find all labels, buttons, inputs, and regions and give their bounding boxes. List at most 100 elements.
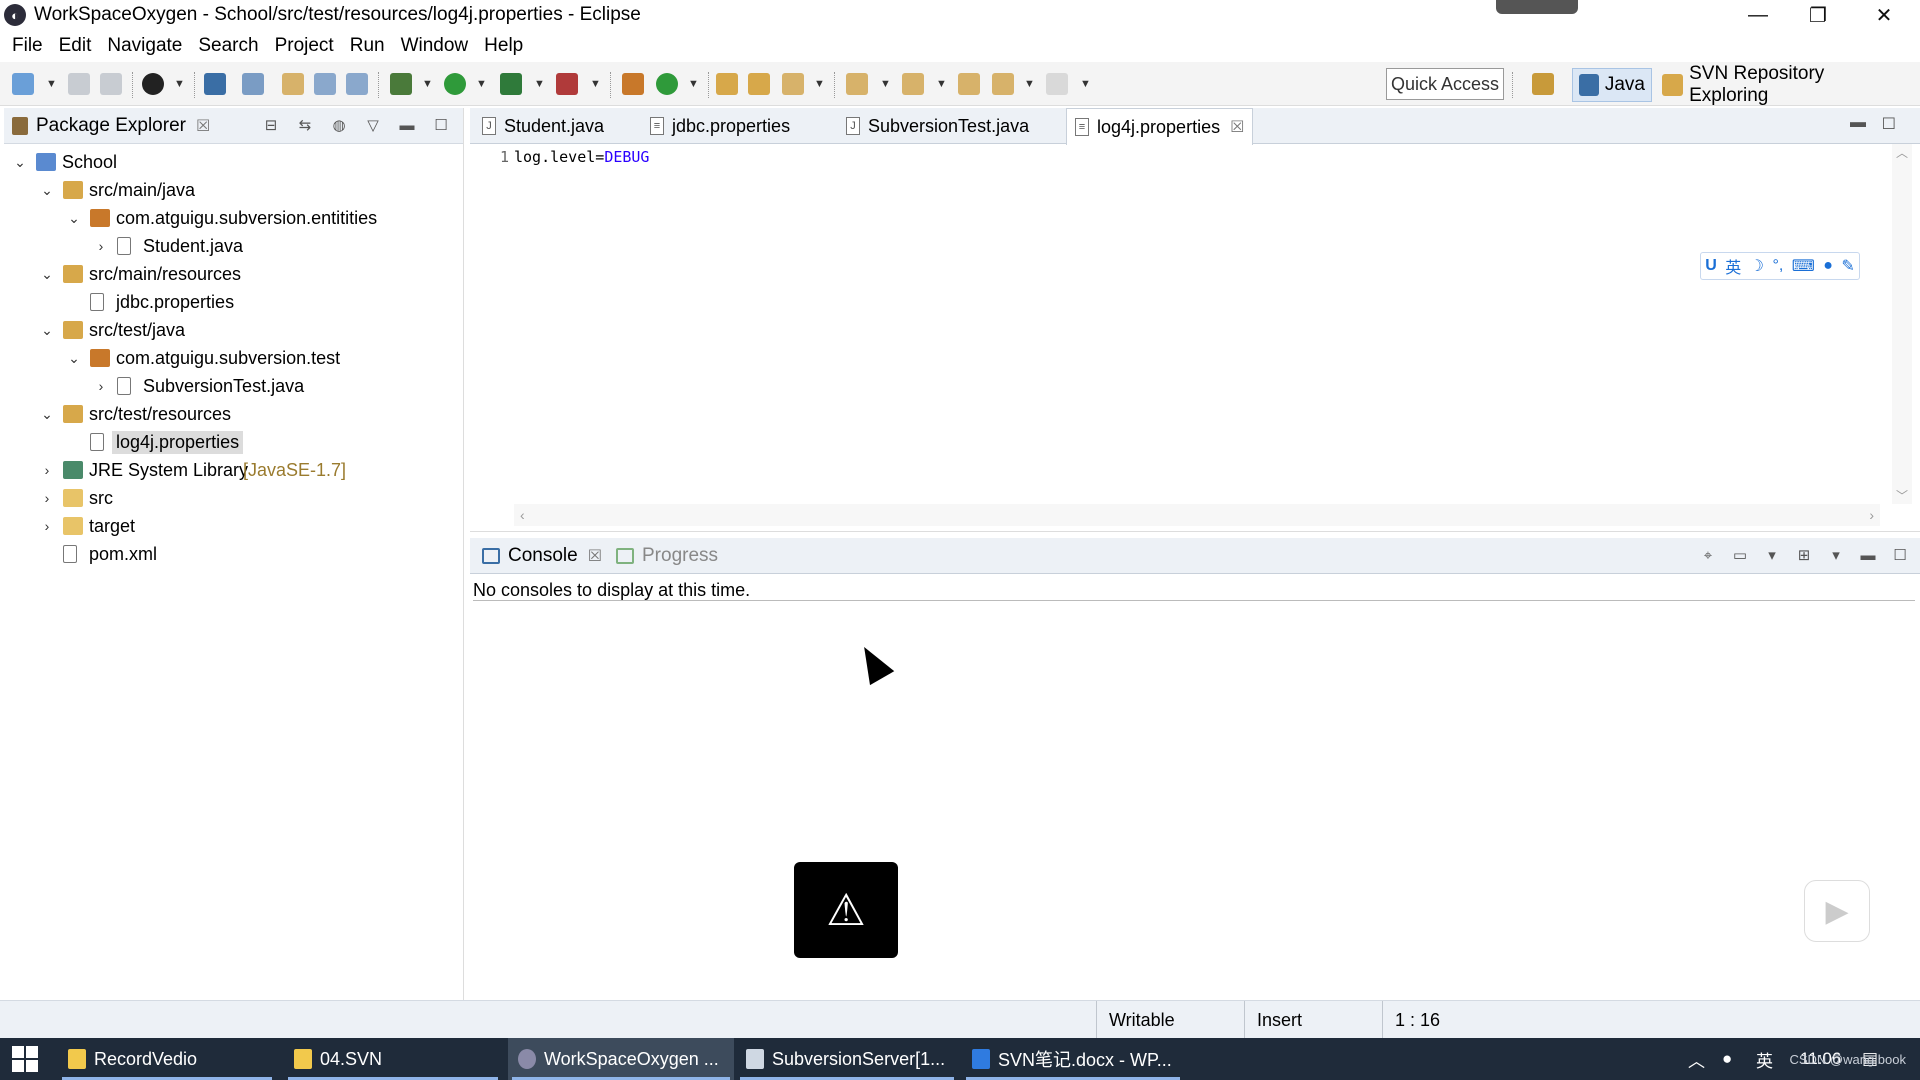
new-java-package-icon[interactable] — [622, 73, 644, 95]
perspective-svn[interactable]: SVN Repository Exploring — [1656, 63, 1906, 106]
code-editor[interactable]: 1 log.level=DEBUG U 英 ☽ °, ⌨ ● ✎ — [470, 144, 1880, 504]
last-edit-location-icon[interactable] — [958, 73, 980, 95]
svn-dropdown-icon[interactable]: ▼ — [174, 75, 185, 93]
scroll-left-icon[interactable]: ‹ — [520, 507, 525, 523]
chevron-right-icon[interactable]: › — [39, 518, 55, 534]
display-console-dropdown-icon[interactable]: ▾ — [1762, 547, 1782, 565]
editor-horizontal-scrollbar[interactable]: ‹ › — [514, 504, 1880, 526]
editor-tab-jdbc-properties[interactable]: ≡ jdbc.properties — [642, 108, 798, 144]
chevron-right-icon[interactable]: › — [39, 490, 55, 506]
ime-moon-icon[interactable]: ☽ — [1750, 256, 1764, 276]
open-console-icon[interactable]: ⊞ — [1794, 547, 1814, 565]
menu-edit[interactable]: Edit — [51, 35, 100, 57]
ime-settings-icon[interactable]: ✎ — [1841, 256, 1854, 276]
coverage-dropdown-icon[interactable]: ▼ — [534, 75, 545, 93]
tree-node[interactable]: › Student.java — [4, 232, 463, 260]
save-all-icon[interactable] — [100, 73, 122, 95]
close-button[interactable]: ✕ — [1852, 0, 1916, 30]
ime-toolbar[interactable]: U 英 ☽ °, ⌨ ● ✎ — [1700, 252, 1860, 280]
open-perspective-icon[interactable] — [1532, 73, 1554, 95]
editor-tab-subversiontest-java[interactable]: J SubversionTest.java — [838, 108, 1037, 144]
chevron-right-icon[interactable]: › — [93, 238, 109, 254]
skip-breakpoints-icon[interactable] — [242, 73, 264, 95]
tree-node[interactable]: › SubversionTest.java — [4, 372, 463, 400]
maximize-view-icon[interactable]: ☐ — [431, 117, 451, 135]
minimize-view-icon[interactable]: ▬ — [397, 117, 417, 135]
tray-network-icon[interactable]: ● — [1722, 1038, 1732, 1080]
chevron-down-icon[interactable]: ⌄ — [12, 154, 28, 171]
chevron-down-icon[interactable]: ⌄ — [39, 266, 55, 283]
terminal-icon[interactable] — [204, 73, 226, 95]
close-icon[interactable]: ☒ — [196, 116, 210, 136]
close-icon[interactable]: ☒ — [1230, 117, 1244, 137]
windows-start-icon[interactable] — [12, 1046, 38, 1072]
console-tab[interactable]: Console ☒ — [476, 538, 608, 574]
taskbar-04-svn[interactable]: 04.SVN — [284, 1038, 502, 1080]
quick-access-input[interactable]: Quick Access — [1386, 68, 1504, 100]
tree-node[interactable]: › src — [4, 484, 463, 512]
previous-annotation-dropdown-icon[interactable]: ▼ — [936, 75, 947, 93]
ime-language-toggle[interactable]: 英 — [1725, 254, 1741, 278]
editor-tab-log4j-properties[interactable]: ≡ log4j.properties ☒ — [1066, 108, 1254, 145]
back-icon[interactable] — [992, 73, 1014, 95]
taskbar-eclipse[interactable]: WorkSpaceOxygen ... — [508, 1038, 734, 1080]
tree-node[interactable]: › JRE System Library [JavaSE-1.7] — [4, 456, 463, 484]
maximize-editor-icon[interactable]: ☐ — [1882, 114, 1896, 134]
chevron-down-icon[interactable]: ⌄ — [39, 322, 55, 339]
next-annotation-dropdown-icon[interactable]: ▼ — [880, 75, 891, 93]
pin-console-icon[interactable]: ⌖ — [1698, 547, 1718, 565]
editor-vertical-scrollbar[interactable]: ︿ ﹀ — [1892, 144, 1912, 504]
chevron-down-icon[interactable]: ⌄ — [39, 182, 55, 199]
tree-node[interactable]: › target — [4, 512, 463, 540]
tree-node[interactable]: jdbc.properties — [4, 288, 463, 316]
play-icon[interactable]: ▶ — [1804, 880, 1870, 942]
tree-node[interactable]: ⌄ com.atguigu.subversion.entitities — [4, 204, 463, 232]
taskbar-recordvedio[interactable]: RecordVedio — [58, 1038, 276, 1080]
ime-punctuation-icon[interactable]: °, — [1772, 257, 1783, 275]
svn-icon[interactable] — [142, 73, 164, 95]
menu-run[interactable]: Run — [342, 35, 393, 57]
ime-user-icon[interactable]: ● — [1823, 257, 1833, 275]
ime-logo-icon[interactable]: U — [1705, 257, 1717, 275]
new-java-class-icon[interactable] — [656, 73, 678, 95]
menu-navigate[interactable]: Navigate — [99, 35, 190, 57]
link-with-editor-icon[interactable]: ⇆ — [295, 117, 315, 135]
open-task-icon[interactable] — [716, 73, 738, 95]
save-icon[interactable] — [68, 73, 90, 95]
menu-window[interactable]: Window — [393, 35, 477, 57]
toggle-mark-icon[interactable] — [314, 73, 336, 95]
menu-project[interactable]: Project — [267, 35, 342, 57]
search-icon[interactable] — [782, 73, 804, 95]
run-dropdown-icon[interactable]: ▼ — [476, 75, 487, 93]
ime-keyboard-icon[interactable]: ⌨ — [1792, 256, 1815, 276]
scroll-up-icon[interactable]: ︿ — [1892, 144, 1912, 161]
forward-icon[interactable] — [1046, 73, 1068, 95]
scroll-down-icon[interactable]: ﹀ — [1892, 487, 1912, 504]
new-dropdown-icon[interactable]: ▼ — [46, 75, 57, 93]
progress-tab[interactable]: Progress — [610, 538, 724, 574]
run-icon[interactable] — [444, 73, 466, 95]
scroll-right-icon[interactable]: › — [1869, 507, 1874, 523]
tree-node[interactable]: ⌄ School — [4, 148, 463, 176]
display-console-icon[interactable]: ▭ — [1730, 547, 1750, 565]
tree-node[interactable]: ⌄ src/main/resources — [4, 260, 463, 288]
menu-help[interactable]: Help — [476, 35, 531, 57]
tree-node[interactable]: ⌄ src/test/resources — [4, 400, 463, 428]
tray-language[interactable]: 英 — [1756, 1038, 1773, 1080]
new-icon[interactable] — [12, 73, 34, 95]
tree-node[interactable]: ⌄ src/test/java — [4, 316, 463, 344]
view-menu-icon[interactable]: ▽ — [363, 117, 383, 135]
previous-annotation-icon[interactable] — [902, 73, 924, 95]
show-whitespace-icon[interactable] — [346, 73, 368, 95]
debug-icon[interactable] — [390, 73, 412, 95]
chevron-right-icon[interactable]: › — [39, 462, 55, 478]
restore-button[interactable]: ❐ — [1786, 0, 1850, 30]
taskbar-svn-notes[interactable]: SVN笔记.docx - WP... — [962, 1038, 1184, 1080]
back-dropdown-icon[interactable]: ▼ — [1024, 75, 1035, 93]
forward-dropdown-icon[interactable]: ▼ — [1080, 75, 1091, 93]
open-resource-icon[interactable] — [748, 73, 770, 95]
tree-node[interactable]: log4j.properties — [4, 428, 463, 456]
chevron-down-icon[interactable]: ⌄ — [39, 406, 55, 423]
coverage-icon[interactable] — [500, 73, 522, 95]
close-icon[interactable]: ☒ — [588, 546, 602, 566]
